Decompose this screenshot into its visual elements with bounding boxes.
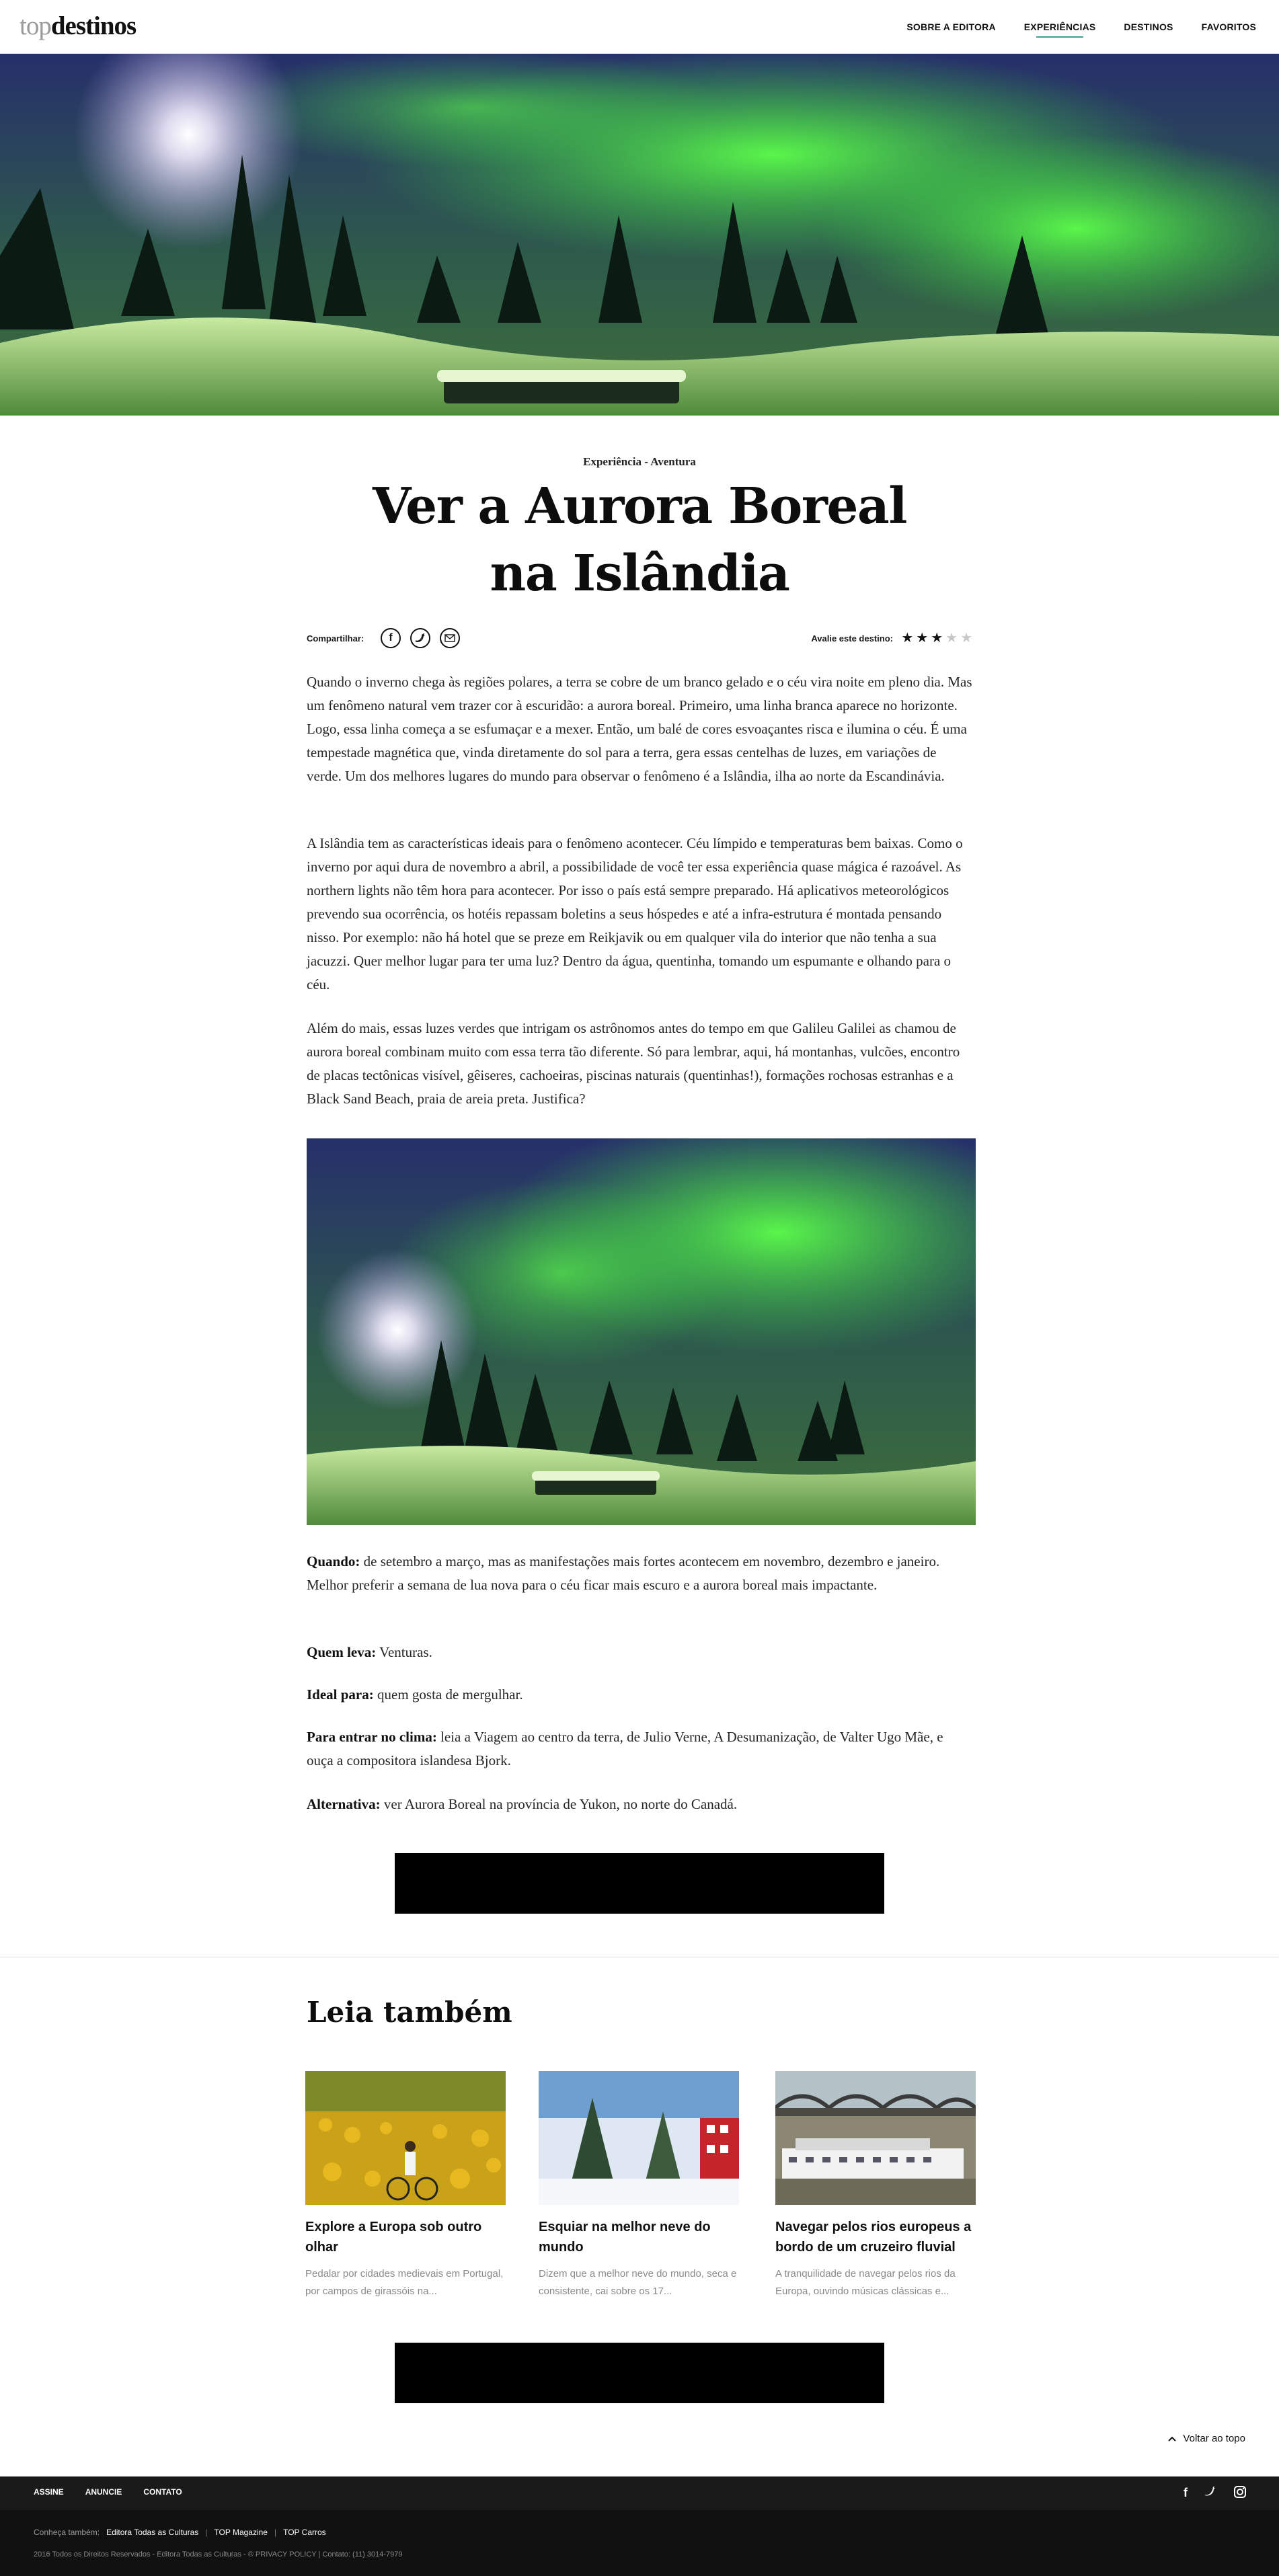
fact-label: Para entrar no clima: bbox=[307, 1729, 437, 1745]
know-label: Conheça também: bbox=[34, 2528, 100, 2537]
know-link[interactable]: Editora Todas as Culturas bbox=[106, 2528, 198, 2537]
fact-text: quem gosta de mergulhar. bbox=[373, 1686, 523, 1703]
email-icon[interactable] bbox=[440, 628, 460, 648]
card-title[interactable]: Explore a Europa sob outro olhar bbox=[305, 2217, 506, 2257]
fact-label: Quando: bbox=[307, 1553, 360, 1569]
fact-text: ver Aurora Boreal na província de Yukon,… bbox=[380, 1796, 738, 1812]
fact-label: Quem leva: bbox=[307, 1644, 377, 1660]
title-line-2: na Islândia bbox=[490, 545, 790, 602]
ad-banner[interactable] bbox=[395, 2343, 884, 2403]
paragraph-text: Quando o inverno chega às regiões polare… bbox=[307, 674, 972, 784]
fact-mood: Para entrar no clima: leia a Viagem ao c… bbox=[307, 1725, 972, 1772]
back-to-top-label: Voltar ao topo bbox=[1183, 2433, 1245, 2444]
card-title[interactable]: Navegar pelos rios europeus a bordo de u… bbox=[775, 2217, 976, 2257]
rating-stars[interactable]: ★ ★ ★ ★ ★ bbox=[901, 630, 972, 646]
article-paragraph: A Islândia tem as características ideais… bbox=[307, 832, 972, 997]
fact-who: Quem leva: Venturas. bbox=[307, 1641, 972, 1664]
card-thumbnail[interactable] bbox=[775, 2071, 976, 2205]
rate-label: Avalie este destino: bbox=[811, 633, 893, 643]
card-thumbnail[interactable] bbox=[539, 2071, 739, 2205]
know-link[interactable]: TOP Magazine bbox=[214, 2528, 268, 2537]
footer-links: ASSINE ANUNCIE CONTATO bbox=[34, 2487, 182, 2497]
nav-experiencias[interactable]: EXPERIÊNCIAS bbox=[1024, 22, 1096, 38]
separator: | bbox=[274, 2528, 277, 2537]
nav-favoritos[interactable]: FAVORITOS bbox=[1202, 22, 1256, 32]
related-card[interactable]: Explore a Europa sob outro olhar Pedalar… bbox=[305, 2071, 506, 2300]
facebook-icon[interactable]: f bbox=[381, 628, 401, 648]
nav-destinos[interactable]: DESTINOS bbox=[1124, 22, 1173, 32]
title-line-1: Ver a Aurora Boreal bbox=[373, 477, 907, 535]
footer-link-assine[interactable]: ASSINE bbox=[34, 2487, 64, 2497]
star-icon[interactable]: ★ bbox=[901, 630, 913, 646]
footer-know-row: Conheça também: Editora Todas as Cultura… bbox=[34, 2528, 326, 2537]
instagram-icon[interactable] bbox=[1233, 2485, 1247, 2502]
fact-text: Venturas. bbox=[376, 1644, 432, 1660]
fact-text: de setembro a março, mas as manifestaçõe… bbox=[307, 1553, 940, 1593]
main-nav: SOBRE A EDITORA EXPERIÊNCIAS DESTINOS FA… bbox=[906, 0, 1256, 54]
article-category[interactable]: Experiência - Aventura bbox=[0, 455, 1279, 469]
footer-link-contato[interactable]: CONTATO bbox=[143, 2487, 182, 2497]
site-header: topdestinos SOBRE A EDITORA EXPERIÊNCIAS… bbox=[0, 0, 1279, 54]
related-card[interactable]: Esquiar na melhor neve do mundo Dizem qu… bbox=[539, 2071, 739, 2300]
chevron-up-icon bbox=[1168, 2433, 1177, 2444]
related-card[interactable]: Navegar pelos rios europeus a bordo de u… bbox=[775, 2071, 976, 2300]
footer-copyright-row: 2016 Todos os Direitos Reservados - Edit… bbox=[34, 2550, 402, 2559]
related-heading: Leia também bbox=[307, 1996, 512, 2029]
card-title[interactable]: Esquiar na melhor neve do mundo bbox=[539, 2217, 739, 2257]
fact-ideal: Ideal para: quem gosta de mergulhar. bbox=[307, 1683, 972, 1707]
fact-when: Quando: de setembro a março, mas as mani… bbox=[307, 1550, 972, 1597]
article-paragraph: Quando o inverno chega às regiões polare… bbox=[307, 670, 972, 788]
card-excerpt: A tranquilidade de navegar pelos rios da… bbox=[775, 2268, 956, 2297]
footer-social: f bbox=[1184, 2485, 1247, 2502]
site-logo[interactable]: topdestinos bbox=[20, 9, 137, 43]
star-icon[interactable]: ★ bbox=[960, 630, 972, 646]
twitter-icon[interactable] bbox=[1204, 2485, 1217, 2502]
twitter-icon[interactable] bbox=[410, 628, 430, 648]
copyright-text: 2016 Todos os Direitos Reservados - Edit… bbox=[34, 2550, 317, 2559]
back-to-top-link[interactable]: Voltar ao topo bbox=[1168, 2433, 1245, 2444]
fact-label: Alternativa: bbox=[307, 1796, 381, 1812]
logo-bold-text: destinos bbox=[50, 11, 137, 40]
share-rating-row: Compartilhar: f Avalie este destino: ★ ★… bbox=[307, 625, 972, 652]
share-label: Compartilhar: bbox=[307, 633, 364, 643]
logo-light-text: top bbox=[20, 11, 52, 40]
card-excerpt: Dizem que a melhor neve do mundo, seca e… bbox=[539, 2268, 737, 2297]
share-icons: f bbox=[381, 628, 460, 648]
footer-link-anuncie[interactable]: ANUNCIE bbox=[85, 2487, 122, 2497]
separator: | bbox=[205, 2528, 208, 2537]
hero-image bbox=[0, 54, 1279, 416]
know-link[interactable]: TOP Carros bbox=[283, 2528, 326, 2537]
card-thumbnail[interactable] bbox=[305, 2071, 506, 2205]
fact-alternative: Alternativa: ver Aurora Boreal na provín… bbox=[307, 1793, 972, 1816]
paragraph-text: Além do mais, essas luzes verdes que int… bbox=[307, 1020, 960, 1107]
ad-banner[interactable] bbox=[395, 1853, 884, 1914]
article-title: Ver a Aurora Boreal na Islândia bbox=[303, 473, 976, 607]
contact-text: Contato: (11) 3014-7979 bbox=[322, 2550, 403, 2559]
star-icon[interactable]: ★ bbox=[945, 630, 958, 646]
nav-sobre-a-editora[interactable]: SOBRE A EDITORA bbox=[906, 22, 995, 32]
star-icon[interactable]: ★ bbox=[916, 630, 928, 646]
star-icon[interactable]: ★ bbox=[931, 630, 943, 646]
fact-label: Ideal para: bbox=[307, 1686, 374, 1703]
article-paragraph: Além do mais, essas luzes verdes que int… bbox=[307, 1017, 972, 1111]
footer-top-bar: ASSINE ANUNCIE CONTATO f bbox=[0, 2476, 1279, 2510]
paragraph-text: A Islândia tem as características ideais… bbox=[307, 835, 963, 992]
card-excerpt: Pedalar por cidades medievais em Portuga… bbox=[305, 2268, 504, 2297]
article-image bbox=[307, 1138, 976, 1525]
footer-bottom-bar: Conheça também: Editora Todas as Cultura… bbox=[0, 2510, 1279, 2576]
facebook-icon[interactable]: f bbox=[1184, 2485, 1188, 2502]
